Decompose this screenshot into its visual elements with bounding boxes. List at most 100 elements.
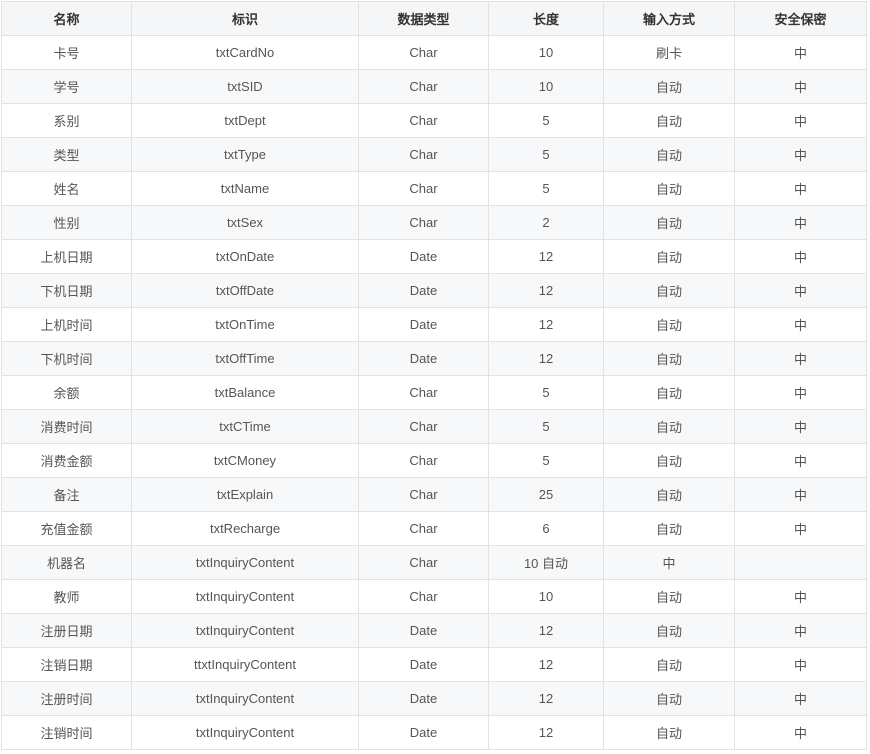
cell-security: 中: [734, 69, 867, 104]
cell-input-method: 自动: [603, 69, 735, 104]
header-security: 安全保密: [734, 1, 867, 36]
cell-data-type: Char: [358, 375, 489, 410]
cell-data-type: Char: [358, 35, 489, 70]
table-row: 系别 txtDept Char 5 自动中: [1, 103, 867, 138]
cell-name: 下机日期: [1, 273, 132, 308]
cell-identifier: txtName: [131, 171, 359, 206]
cell-input-method: 中: [603, 545, 735, 580]
table-row: 注册日期 txtInquiryContent Date 12 自动中: [1, 613, 867, 648]
table-header: 名称 标识 数据类型 长度 输入方式 安全保密: [1, 1, 867, 36]
cell-length: 12: [488, 239, 604, 274]
table-row: 注销日期 ttxtInquiryContent Date 12 自动中: [1, 647, 867, 682]
table-row: 充值金额 txtRecharge Char 6 自动中: [1, 511, 867, 546]
cell-data-type: Date: [358, 341, 489, 376]
cell-data-type: Date: [358, 647, 489, 682]
cell-security: 中: [734, 239, 867, 274]
cell-identifier: txtInquiryContent: [131, 681, 359, 716]
table-row: 消费金额 txtCMoney Char 5 自动中: [1, 443, 867, 478]
header-identifier: 标识: [131, 1, 359, 36]
table-row: 下机日期 txtOffDate Date 12 自动中: [1, 273, 867, 308]
cell-name: 消费时间: [1, 409, 132, 444]
cell-length: 12: [488, 273, 604, 308]
table-row: 消费时间 txtCTime Char 5 自动中: [1, 409, 867, 444]
data-dictionary-table-container: 名称 标识 数据类型 长度 输入方式 安全保密 卡号 txtCardNo Char 1…: [1, 1, 867, 750]
cell-input-method: 自动: [603, 443, 735, 478]
cell-security: 中: [734, 647, 867, 682]
cell-length: 12: [488, 307, 604, 342]
cell-length: 12: [488, 681, 604, 716]
table-row: 备注 txtExplain Char 25 自动中: [1, 477, 867, 512]
cell-input-method: 刷卡: [603, 35, 735, 70]
cell-identifier: txtType: [131, 137, 359, 172]
cell-identifier: txtRecharge: [131, 511, 359, 546]
table-row: 机器名 txtInquiryContent Char 10 自动中: [1, 545, 867, 580]
cell-identifier: txtSex: [131, 205, 359, 240]
cell-length: 5: [488, 375, 604, 410]
cell-identifier: txtOnDate: [131, 239, 359, 274]
cell-name: 注销时间: [1, 715, 132, 750]
cell-security: 中: [734, 409, 867, 444]
cell-name: 备注: [1, 477, 132, 512]
cell-security: 中: [734, 579, 867, 614]
cell-name: 余额: [1, 375, 132, 410]
cell-data-type: Date: [358, 613, 489, 648]
cell-input-method: 自动: [603, 171, 735, 206]
cell-name: 注销日期: [1, 647, 132, 682]
cell-name: 消费金额: [1, 443, 132, 478]
cell-security: 中: [734, 375, 867, 410]
cell-length: 6: [488, 511, 604, 546]
cell-length: 12: [488, 341, 604, 376]
cell-security: 中: [734, 681, 867, 716]
cell-identifier: txtOffTime: [131, 341, 359, 376]
cell-security: 中: [734, 477, 867, 512]
cell-data-type: Char: [358, 545, 489, 580]
cell-input-method: 自动: [603, 647, 735, 682]
cell-length: 5: [488, 443, 604, 478]
cell-length: 10: [488, 35, 604, 70]
cell-input-method: 自动: [603, 579, 735, 614]
table-row: 卡号 txtCardNo Char 10 刷卡中: [1, 35, 867, 70]
cell-input-method: 自动: [603, 409, 735, 444]
cell-input-method: 自动: [603, 137, 735, 172]
cell-data-type: Char: [358, 137, 489, 172]
cell-input-method: 自动: [603, 681, 735, 716]
cell-data-type: Char: [358, 103, 489, 138]
cell-name: 教师: [1, 579, 132, 614]
cell-identifier: txtExplain: [131, 477, 359, 512]
cell-security: 中: [734, 341, 867, 376]
cell-input-method: 自动: [603, 103, 735, 138]
cell-length: 5: [488, 137, 604, 172]
cell-data-type: Char: [358, 69, 489, 104]
cell-data-type: Char: [358, 171, 489, 206]
header-name: 名称: [1, 1, 132, 36]
cell-name: 系别: [1, 103, 132, 138]
table-row: 下机时间 txtOffTime Date 12 自动中: [1, 341, 867, 376]
cell-identifier: txtInquiryContent: [131, 613, 359, 648]
cell-security: 中: [734, 137, 867, 172]
cell-name: 上机时间: [1, 307, 132, 342]
cell-name: 注册时间: [1, 681, 132, 716]
cell-data-type: Date: [358, 715, 489, 750]
cell-length: 12: [488, 613, 604, 648]
cell-length: 10: [488, 579, 604, 614]
cell-identifier: ttxtInquiryContent: [131, 647, 359, 682]
cell-length: 2: [488, 205, 604, 240]
cell-identifier: txtCTime: [131, 409, 359, 444]
table-row: 教师 txtInquiryContent Char 10 自动中: [1, 579, 867, 614]
cell-security: 中: [734, 171, 867, 206]
header-row: 名称 标识 数据类型 长度 输入方式 安全保密: [1, 1, 867, 36]
cell-name: 注册日期: [1, 613, 132, 648]
cell-length: 5: [488, 171, 604, 206]
cell-input-method: 自动: [603, 375, 735, 410]
cell-data-type: Date: [358, 681, 489, 716]
cell-data-type: Char: [358, 409, 489, 444]
cell-identifier: txtCardNo: [131, 35, 359, 70]
table-body: 卡号 txtCardNo Char 10 刷卡中学号 txtSID Char 10 自动中系别 t…: [1, 35, 867, 750]
cell-identifier: txtDept: [131, 103, 359, 138]
cell-input-method: 自动: [603, 511, 735, 546]
cell-identifier: txtOnTime: [131, 307, 359, 342]
data-dictionary-table: 名称 标识 数据类型 长度 输入方式 安全保密 卡号 txtCardNo Char 1…: [1, 1, 867, 750]
header-input-method: 输入方式: [603, 1, 735, 36]
cell-security: 中: [734, 273, 867, 308]
cell-input-method: 自动: [603, 613, 735, 648]
